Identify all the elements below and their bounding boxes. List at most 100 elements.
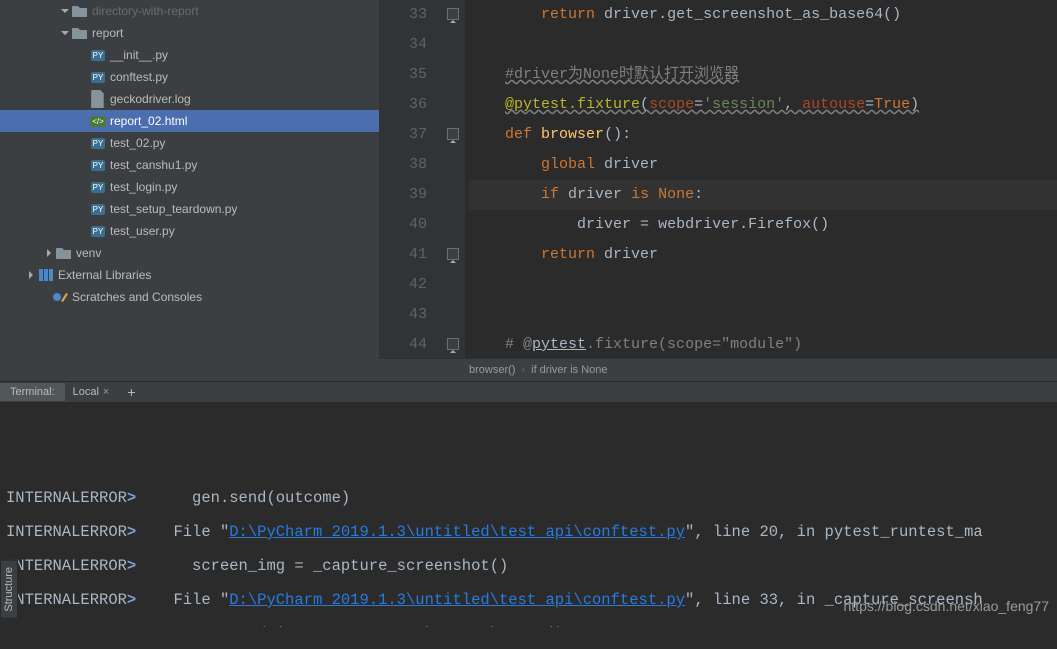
breadcrumb-item[interactable]: if driver is None [531, 364, 607, 376]
py-icon: PY [90, 179, 106, 195]
expand-arrow-icon[interactable] [78, 49, 90, 61]
watermark: https://blog.csdn.net/xiao_feng77 [844, 589, 1049, 623]
expand-arrow-icon[interactable] [44, 247, 56, 259]
tree-item-label: Scratches and Consoles [72, 290, 202, 304]
terminal-line: INTERNALERROR> gen.send(outcome) [6, 481, 1051, 515]
terminal-line: INTERNALERROR> screen_img = _capture_scr… [6, 549, 1051, 583]
terminal-tab-label: Local [73, 386, 99, 398]
html-icon: </> [90, 113, 106, 129]
code-editor[interactable]: 333435363738394041424344 return driver.g… [379, 0, 1057, 381]
tree-item[interactable]: PYtest_setup_teardown.py [0, 198, 379, 220]
line-number: 44 [379, 330, 427, 358]
fold-marker-icon[interactable] [447, 338, 459, 350]
code-line[interactable]: # @pytest.fixture(scope="module") [469, 330, 1057, 358]
add-terminal-button[interactable]: + [117, 384, 145, 400]
tree-item[interactable]: PY __init__.py [0, 44, 379, 66]
expand-arrow-icon[interactable] [78, 159, 90, 171]
tree-item[interactable]: venv [0, 242, 379, 264]
folder-icon [56, 245, 72, 261]
folder-icon [72, 3, 88, 19]
tree-item-label: test_login.py [110, 180, 177, 194]
structure-tool-tab[interactable]: Structure [0, 560, 18, 619]
fold-marker-icon[interactable] [447, 8, 459, 20]
code-line[interactable]: return driver [469, 240, 1057, 270]
line-number: 35 [379, 60, 427, 90]
lib-icon [38, 267, 54, 283]
py-icon: PY [90, 135, 106, 151]
code-line[interactable]: #driver为None时默认打开浏览器 [469, 60, 1057, 90]
tree-item-label: geckodriver.log [110, 92, 191, 106]
code-line[interactable]: @pytest.fixture(scope='session', autouse… [469, 90, 1057, 120]
line-number: 41 [379, 240, 427, 270]
py-icon: PY [90, 47, 106, 63]
tree-item[interactable]: report [0, 22, 379, 44]
folder-icon [72, 25, 88, 41]
tree-item[interactable]: geckodriver.log [0, 88, 379, 110]
tree-item[interactable]: directory-with-report [0, 0, 379, 22]
line-number: 40 [379, 210, 427, 240]
breadcrumb[interactable]: browser() › if driver is None [379, 358, 1057, 381]
line-number: 39 [379, 180, 427, 210]
expand-arrow-icon[interactable] [78, 203, 90, 215]
expand-arrow-icon[interactable] [60, 27, 72, 39]
terminal-tab-bar[interactable]: Terminal: Local × + [0, 381, 1057, 403]
expand-arrow-icon[interactable] [26, 269, 38, 281]
expand-arrow-icon[interactable] [78, 225, 90, 237]
expand-arrow-icon[interactable] [60, 5, 72, 17]
line-number-gutter: 333435363738394041424344 [379, 0, 445, 358]
expand-arrow-icon[interactable] [78, 137, 90, 149]
tree-item[interactable]: PYtest_02.py [0, 132, 379, 154]
terminal-output[interactable]: INTERNALERROR> gen.send(outcome)INTERNAL… [0, 403, 1057, 627]
tree-item[interactable]: </> report_02.html [0, 110, 379, 132]
code-line[interactable]: if driver is None: [469, 180, 1057, 210]
tree-item[interactable]: PY test_canshu1.py [0, 154, 379, 176]
close-icon[interactable]: × [103, 386, 109, 398]
code-content[interactable]: return driver.get_screenshot_as_base64()… [465, 0, 1057, 358]
line-number: 38 [379, 150, 427, 180]
structure-label: Structure [3, 567, 15, 612]
tree-item-label: test_canshu1.py [110, 158, 197, 172]
expand-arrow-icon[interactable] [40, 291, 52, 303]
line-number: 37 [379, 120, 427, 150]
scratch-icon [52, 289, 68, 305]
code-line[interactable]: driver = webdriver.Firefox() [469, 210, 1057, 240]
code-line[interactable] [469, 300, 1057, 330]
expand-arrow-icon[interactable] [78, 181, 90, 193]
line-number: 33 [379, 0, 427, 30]
tree-item-label: report_02.html [110, 114, 187, 128]
fold-column[interactable] [445, 0, 465, 358]
file-link[interactable]: D:\PyCharm 2019.1.3\untitled\test api\co… [229, 591, 685, 609]
project-sidebar[interactable]: directory-with-reportreport PY __init__.py… [0, 0, 379, 381]
code-line[interactable]: def browser(): [469, 120, 1057, 150]
py-icon: PY [90, 69, 106, 85]
file-link[interactable]: D:\PyCharm 2019.1.3\untitled\test api\co… [229, 523, 685, 541]
terminal-title: Terminal: [0, 383, 65, 401]
code-line[interactable] [469, 30, 1057, 60]
terminal-line: INTERNALERROR> File "D:\PyCharm 2019.1.3… [6, 515, 1051, 549]
fold-marker-icon[interactable] [447, 248, 459, 260]
tree-item[interactable]: PY test_login.py [0, 176, 379, 198]
tree-item[interactable]: Scratches and Consoles [0, 286, 379, 308]
tree-item-label: External Libraries [58, 268, 151, 282]
py-icon: PY [90, 157, 106, 173]
chevron-right-icon: › [521, 364, 525, 376]
tree-item-label: conftest.py [110, 70, 168, 84]
breadcrumb-item[interactable]: browser() [469, 364, 515, 376]
expand-arrow-icon[interactable] [78, 71, 90, 83]
code-line[interactable] [469, 270, 1057, 300]
code-line[interactable]: return driver.get_screenshot_as_base64() [469, 0, 1057, 30]
tree-item[interactable]: External Libraries [0, 264, 379, 286]
expand-arrow-icon[interactable] [78, 93, 90, 105]
terminal-tab-local[interactable]: Local × [65, 383, 118, 401]
code-line[interactable]: global driver [469, 150, 1057, 180]
fold-marker-icon[interactable] [447, 128, 459, 140]
tree-item-label: test_user.py [110, 224, 175, 238]
line-number: 34 [379, 30, 427, 60]
tree-item-label: venv [76, 246, 101, 260]
tree-item[interactable]: PYtest_user.py [0, 220, 379, 242]
tree-item[interactable]: PY conftest.py [0, 66, 379, 88]
tree-item-label: __init__.py [110, 48, 168, 62]
expand-arrow-icon[interactable] [78, 115, 90, 127]
line-number: 42 [379, 270, 427, 300]
file-icon [90, 91, 106, 107]
